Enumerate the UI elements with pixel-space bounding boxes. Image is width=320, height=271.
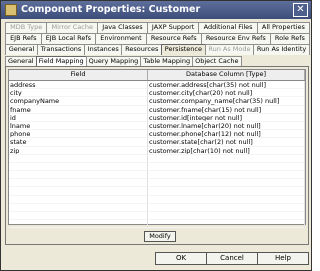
cell-field: companyName — [9, 97, 148, 106]
close-button[interactable]: ✕ — [293, 3, 308, 17]
empty-cell — [9, 179, 148, 188]
empty-cell — [9, 195, 148, 204]
tab-row-2: EJB Refs EJB Local Refs Environment Resourc… — [5, 33, 310, 44]
cancel-button[interactable]: Cancel — [206, 252, 258, 265]
main-tabs: MDB Type Mirror Cache Java Classes JAXP Sup… — [5, 22, 311, 55]
empty-cell — [148, 162, 305, 172]
empty-table-row — [9, 187, 305, 196]
empty-table-row — [9, 179, 305, 188]
modify-button[interactable]: Modify — [144, 231, 176, 242]
field-mapping-table: Field Database Column [Type] address cust… — [8, 69, 306, 229]
empty-cell — [148, 203, 305, 212]
tab-ejb-local-refs[interactable]: EJB Local Refs — [40, 33, 97, 44]
table-row[interactable]: fname customer.fname[char(15) not null] — [9, 105, 305, 114]
table-body: address customer.address[char(35) not nul… — [9, 81, 305, 229]
cell-database-column: customer.zip[char(10) not null] — [148, 146, 305, 155]
empty-cell — [9, 187, 148, 196]
tab-mirror-cache[interactable]: Mirror Cache — [46, 22, 99, 33]
empty-cell — [148, 154, 305, 163]
tab-mdb-type[interactable]: MDB Type — [5, 22, 48, 33]
empty-cell — [9, 203, 148, 212]
component-properties-dialog: Component Properties: Customer ✕ MDB Typ… — [0, 0, 312, 271]
cell-field: state — [9, 138, 148, 147]
empty-table-row — [9, 154, 305, 163]
title-bar: Component Properties: Customer ✕ — [1, 1, 311, 19]
tab-run-as-mode[interactable]: Run As Mode — [204, 44, 255, 55]
tab-row-1: MDB Type Mirror Cache Java Classes JAXP Sup… — [5, 22, 311, 33]
tab-environment[interactable]: Environment — [95, 33, 147, 44]
cell-database-column: customer.state[char(2) not null] — [148, 138, 305, 147]
cell-database-column: customer.lname[char(20) not null] — [148, 121, 305, 131]
window-title: Component Properties: Customer — [21, 4, 201, 15]
table-row[interactable]: lname customer.lname[char(20) not null] — [9, 121, 305, 131]
cell-field: phone — [9, 130, 148, 139]
field-mapping-panel: Field Database Column [Type] address cust… — [5, 66, 309, 245]
empty-table-row — [9, 203, 305, 212]
tab-java-classes[interactable]: Java Classes — [97, 22, 148, 33]
table-header: Field Database Column [Type] — [9, 70, 305, 81]
tab-transactions[interactable]: Transactions — [37, 44, 86, 55]
tab-resources[interactable]: Resources — [121, 44, 163, 55]
tab-resource-env-refs[interactable]: Resource Env Refs — [200, 33, 271, 44]
empty-cell — [148, 220, 305, 229]
empty-table-row — [9, 171, 305, 180]
empty-table-row — [9, 195, 305, 204]
cell-database-column: customer.id[integer not null] — [148, 113, 305, 122]
empty-cell — [148, 179, 305, 188]
empty-cell — [9, 171, 148, 180]
empty-cell — [148, 212, 305, 221]
cell-field: zip — [9, 146, 148, 155]
empty-table-row — [9, 220, 305, 229]
cell-database-column: customer.company_name[char(35) null] — [148, 97, 305, 106]
cell-field: address — [9, 81, 148, 90]
empty-cell — [9, 220, 148, 229]
cell-database-column: customer.address[char(35) not null] — [148, 81, 305, 90]
cell-field: id — [9, 113, 148, 122]
tab-role-refs[interactable]: Role Refs — [269, 33, 310, 44]
tab-general[interactable]: General — [5, 44, 39, 55]
tab-resource-refs[interactable]: Resource Refs — [145, 33, 202, 44]
column-header-field[interactable]: Field — [9, 70, 148, 80]
table-row[interactable]: companyName customer.company_name[char(35… — [9, 97, 305, 106]
app-icon — [5, 4, 17, 16]
table-row[interactable]: state customer.state[char(2) not null] — [9, 138, 305, 147]
empty-table-row — [9, 162, 305, 172]
tab-additional-files[interactable]: Additional Files — [198, 22, 258, 33]
cell-field: lname — [9, 121, 148, 131]
cell-database-column: customer.phone[char(12) not null] — [148, 130, 305, 139]
tab-all-properties[interactable]: All Properties — [256, 22, 311, 33]
cell-field: fname — [9, 105, 148, 114]
tab-row-3: General Transactions Instances Resources Per… — [5, 44, 310, 55]
table-row[interactable]: address customer.address[char(35) not nul… — [9, 81, 305, 90]
tab-instances[interactable]: Instances — [84, 44, 123, 55]
empty-cell — [148, 187, 305, 196]
cell-database-column: customer.city[char(20) not null] — [148, 89, 305, 98]
table-row[interactable]: id customer.id[integer not null] — [9, 113, 305, 122]
tab-jaxp-support[interactable]: JAXP Support — [146, 22, 200, 33]
empty-cell — [9, 212, 148, 221]
tab-run-as-identity[interactable]: Run As Identity — [253, 44, 310, 55]
table-row[interactable]: zip customer.zip[char(10) not null] — [9, 146, 305, 155]
empty-cell — [9, 154, 148, 163]
empty-cell — [148, 195, 305, 204]
ok-button[interactable]: OK — [155, 252, 207, 265]
close-icon: ✕ — [296, 4, 305, 15]
tab-ejb-refs[interactable]: EJB Refs — [5, 33, 42, 44]
tab-persistence[interactable]: Persistence — [161, 44, 206, 55]
empty-cell — [9, 162, 148, 172]
help-button[interactable]: Help — [257, 252, 309, 265]
empty-table-row — [9, 212, 305, 221]
column-header-database-column[interactable]: Database Column [Type] — [148, 70, 305, 80]
table-row[interactable]: city customer.city[char(20) not null] — [9, 89, 305, 98]
cell-field: city — [9, 89, 148, 98]
cell-database-column: customer.fname[char(15) not null] — [148, 105, 305, 114]
empty-cell — [148, 171, 305, 180]
table-row[interactable]: phone customer.phone[char(12) not null] — [9, 130, 305, 139]
